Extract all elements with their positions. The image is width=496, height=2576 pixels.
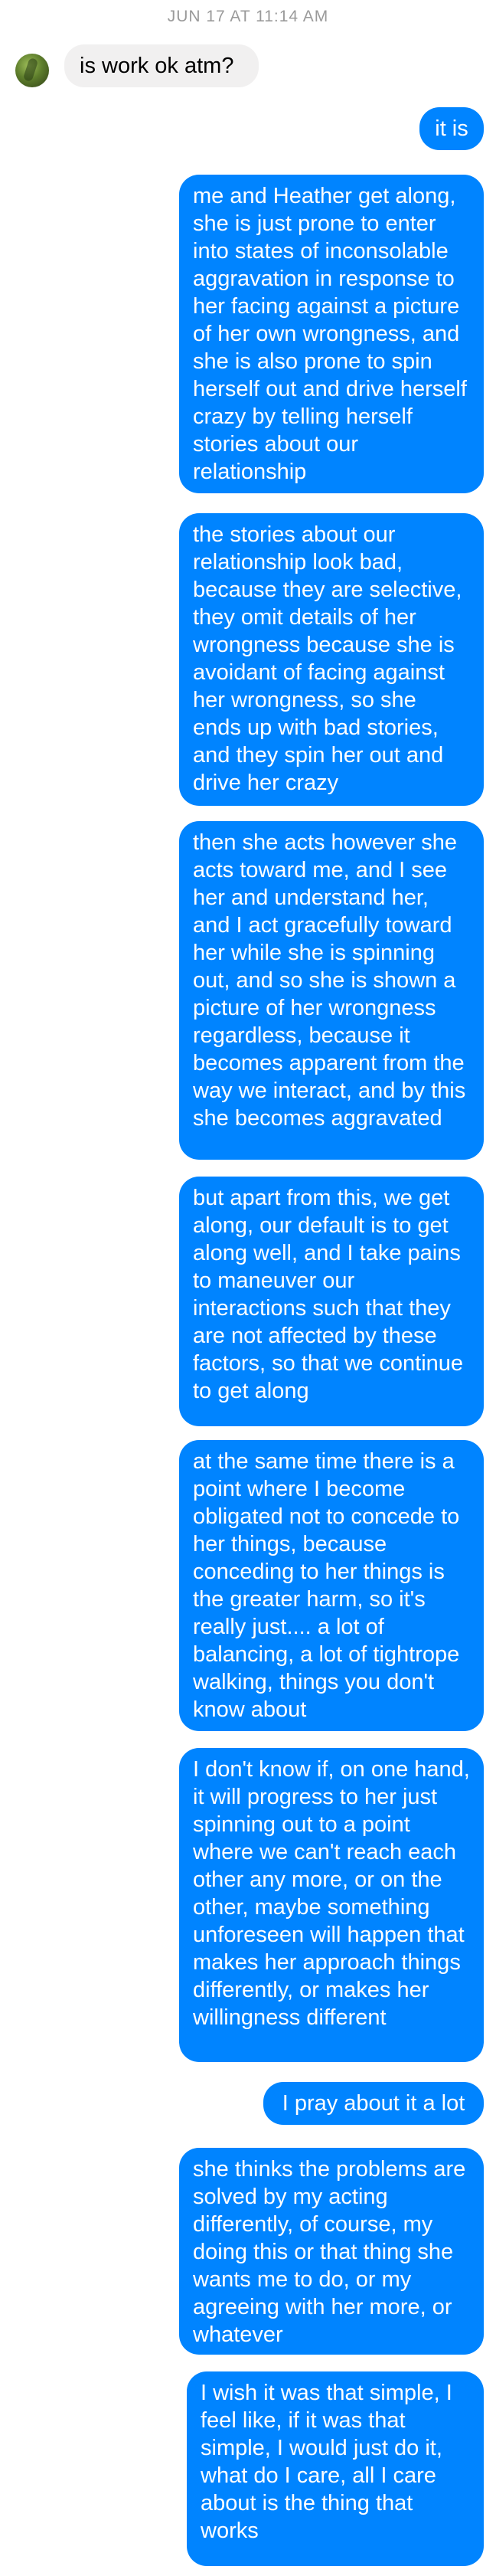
contact-avatar[interactable] bbox=[15, 54, 49, 87]
incoming-message[interactable]: is work ok atm? bbox=[64, 44, 259, 87]
outgoing-message[interactable]: at the same time there is a point where … bbox=[179, 1440, 484, 1731]
outgoing-message[interactable]: she thinks the problems are solved by my… bbox=[179, 2148, 484, 2355]
outgoing-message[interactable]: me and Heather get along, she is just pr… bbox=[179, 175, 484, 493]
message-timestamp: JUN 17 AT 11:14 AM bbox=[167, 8, 329, 25]
outgoing-message[interactable]: then she acts however she acts toward me… bbox=[179, 821, 484, 1160]
outgoing-message[interactable]: I don't know if, on one hand, it will pr… bbox=[179, 1748, 484, 2062]
outgoing-message[interactable]: the stories about our relationship look … bbox=[179, 513, 484, 806]
outgoing-message[interactable]: it is bbox=[419, 107, 484, 150]
outgoing-message[interactable]: I wish it was that simple, I feel like, … bbox=[187, 2371, 484, 2566]
outgoing-message[interactable]: I pray about it a lot bbox=[263, 2082, 484, 2125]
outgoing-message[interactable]: but apart from this, we get along, our d… bbox=[179, 1177, 484, 1426]
